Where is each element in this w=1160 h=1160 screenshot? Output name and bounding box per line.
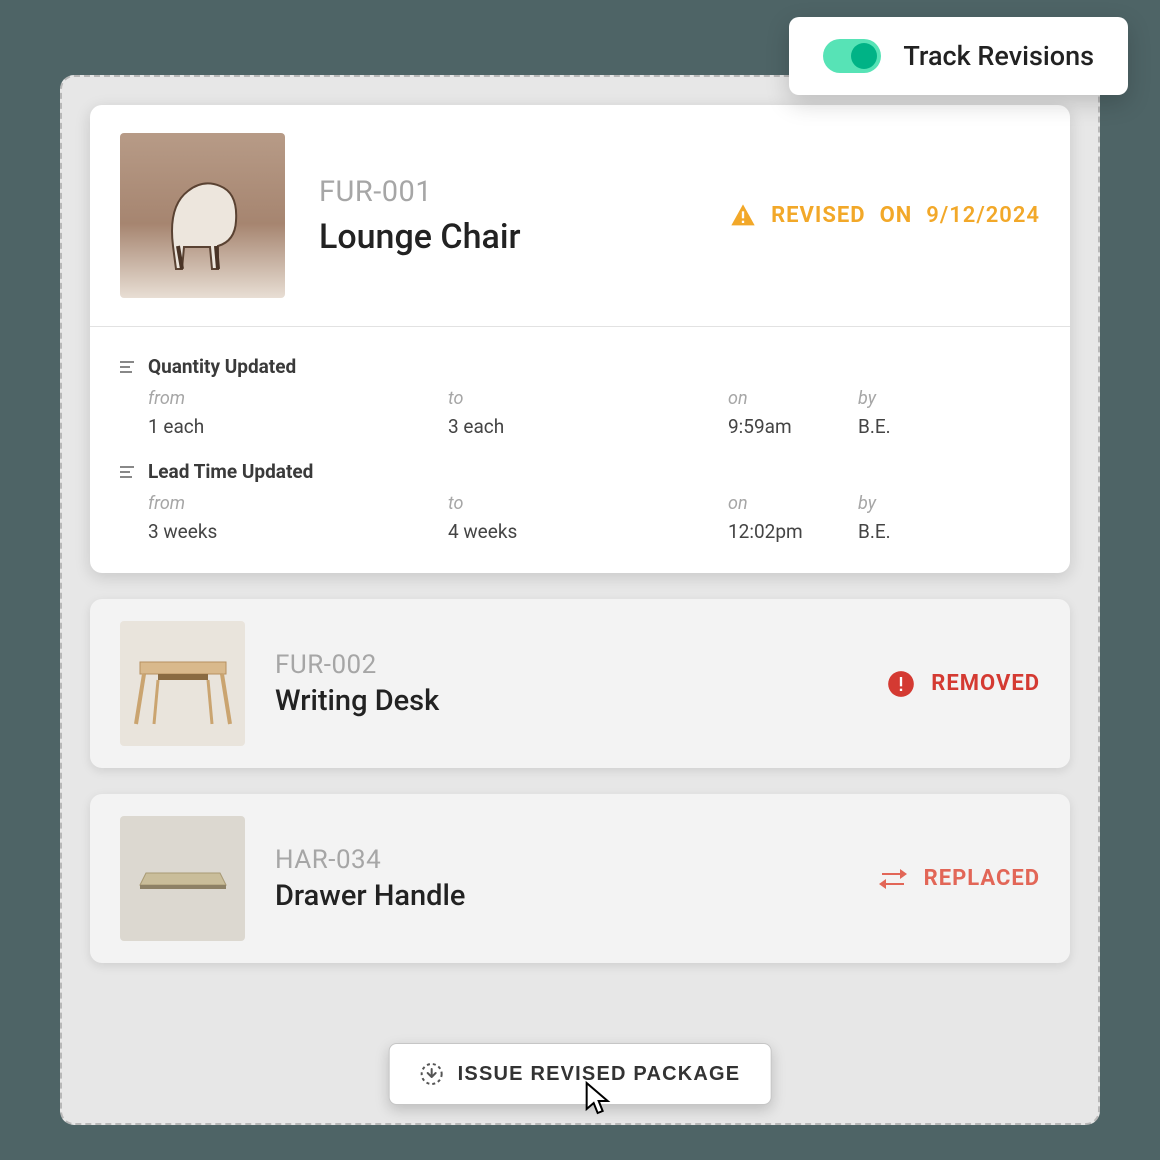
revised-on-label: ON bbox=[880, 203, 913, 228]
on-label: on bbox=[728, 493, 858, 514]
to-label: to bbox=[448, 493, 728, 514]
change-title: Lead Time Updated bbox=[120, 460, 1040, 483]
item-meta: HAR-034 Drawer Handle bbox=[275, 845, 546, 913]
to-label: to bbox=[448, 388, 728, 409]
item-thumbnail bbox=[120, 816, 245, 941]
change-row: Lead Time Updated from to on by 3 weeks … bbox=[120, 460, 1040, 543]
item-card-revised[interactable]: FUR-001 Lounge Chair REVISED ON 9/12/202… bbox=[90, 105, 1070, 573]
from-value: 1 each bbox=[148, 415, 448, 438]
download-circle-icon bbox=[420, 1062, 444, 1086]
change-title-text: Lead Time Updated bbox=[148, 460, 313, 483]
status-label: REMOVED bbox=[931, 671, 1040, 696]
by-label: by bbox=[858, 388, 948, 409]
change-title: Quantity Updated bbox=[120, 355, 1040, 378]
revised-date: 9/12/2024 bbox=[926, 203, 1040, 228]
change-row: Quantity Updated from to on by 1 each 3 … bbox=[120, 355, 1040, 438]
item-card-header: FUR-001 Lounge Chair REVISED ON 9/12/202… bbox=[90, 105, 1070, 326]
item-name: Drawer Handle bbox=[275, 879, 546, 913]
item-sku: FUR-001 bbox=[319, 175, 695, 209]
from-label: from bbox=[148, 388, 448, 409]
track-revisions-label: Track Revisions bbox=[903, 40, 1094, 72]
status-removed: REMOVED bbox=[887, 670, 1040, 698]
swap-arrows-icon bbox=[878, 865, 908, 893]
issue-revised-package-button[interactable]: ISSUE REVISED PACKAGE bbox=[389, 1043, 772, 1105]
status-revised: REVISED ON 9/12/2024 bbox=[729, 202, 1040, 230]
by-value: B.E. bbox=[858, 415, 948, 438]
to-value: 4 weeks bbox=[448, 520, 728, 543]
chair-icon bbox=[138, 151, 268, 281]
on-value: 9:59am bbox=[728, 415, 858, 438]
item-thumbnail bbox=[120, 621, 245, 746]
status-label: REVISED bbox=[771, 203, 866, 228]
cursor-icon bbox=[584, 1081, 614, 1117]
change-title-text: Quantity Updated bbox=[148, 355, 296, 378]
from-label: from bbox=[148, 493, 448, 514]
change-grid: from to on by 1 each 3 each 9:59am B.E. bbox=[148, 388, 1040, 438]
item-name: Lounge Chair bbox=[319, 217, 695, 257]
handle-icon bbox=[128, 839, 238, 919]
item-sku: FUR-002 bbox=[275, 650, 551, 680]
status-replaced: REPLACED bbox=[878, 865, 1040, 893]
changes-section: Quantity Updated from to on by 1 each 3 … bbox=[90, 327, 1070, 573]
error-circle-icon bbox=[887, 670, 915, 698]
change-grid: from to on by 3 weeks 4 weeks 12:02pm B.… bbox=[148, 493, 1040, 543]
item-meta: FUR-002 Writing Desk bbox=[275, 650, 551, 718]
item-card-replaced[interactable]: HAR-034 Drawer Handle REPLACED bbox=[90, 794, 1070, 963]
track-revisions-toggle[interactable] bbox=[823, 39, 881, 73]
to-value: 3 each bbox=[448, 415, 728, 438]
list-icon bbox=[120, 464, 136, 480]
by-label: by bbox=[858, 493, 948, 514]
revisions-panel: Track Revisions FUR-001 Lounge Chair bbox=[60, 75, 1100, 1125]
track-revisions-control: Track Revisions bbox=[789, 17, 1128, 95]
from-value: 3 weeks bbox=[148, 520, 448, 543]
status-label: REPLACED bbox=[924, 866, 1040, 891]
list-icon bbox=[120, 359, 136, 375]
on-value: 12:02pm bbox=[728, 520, 858, 543]
on-label: on bbox=[728, 388, 858, 409]
item-sku: HAR-034 bbox=[275, 845, 546, 875]
item-name: Writing Desk bbox=[275, 684, 551, 718]
item-meta: FUR-001 Lounge Chair bbox=[319, 175, 695, 257]
desk-icon bbox=[128, 634, 238, 734]
warning-triangle-icon bbox=[729, 202, 757, 230]
toggle-knob bbox=[851, 43, 877, 69]
item-thumbnail bbox=[120, 133, 285, 298]
item-card-removed[interactable]: FUR-002 Writing Desk REMOVED bbox=[90, 599, 1070, 768]
by-value: B.E. bbox=[858, 520, 948, 543]
